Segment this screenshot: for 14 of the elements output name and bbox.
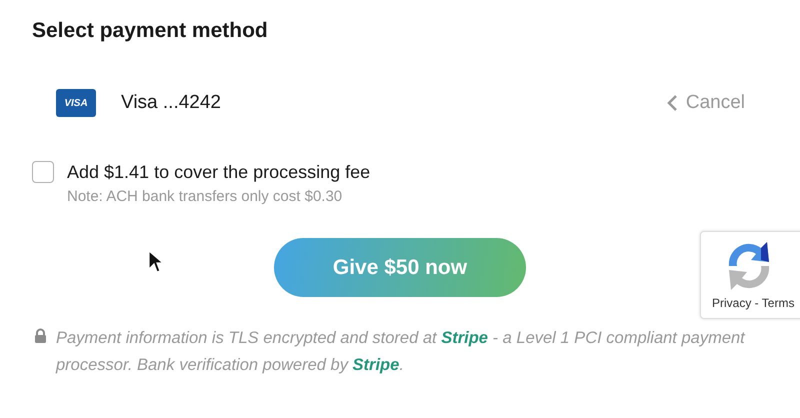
cancel-button[interactable]: Cancel xyxy=(666,92,745,114)
card-label: Visa ...4242 xyxy=(121,92,222,114)
stripe-link[interactable]: Stripe xyxy=(352,356,400,374)
lock-icon xyxy=(34,328,47,344)
section-title: Select payment method xyxy=(31,18,269,44)
stripe-link[interactable]: Stripe xyxy=(441,329,488,347)
security-notice: Payment information is TLS encrypted and stored at Stripe - a Level 1 PCI compliant payment processor. Bank verification powered by Stripe. xyxy=(56,328,746,376)
card-brand-logo: VISA xyxy=(56,89,96,117)
give-button[interactable]: Give $50 now xyxy=(274,238,526,297)
chevron-left-icon xyxy=(666,94,678,112)
fee-label: Add $1.41 to cover the processing fee xyxy=(67,161,370,184)
privacy-terms-links[interactable]: Privacy - Terms xyxy=(712,296,794,310)
fee-note: Note: ACH bank transfers only cost $0.30 xyxy=(67,188,344,205)
fee-checkbox[interactable] xyxy=(32,161,54,183)
